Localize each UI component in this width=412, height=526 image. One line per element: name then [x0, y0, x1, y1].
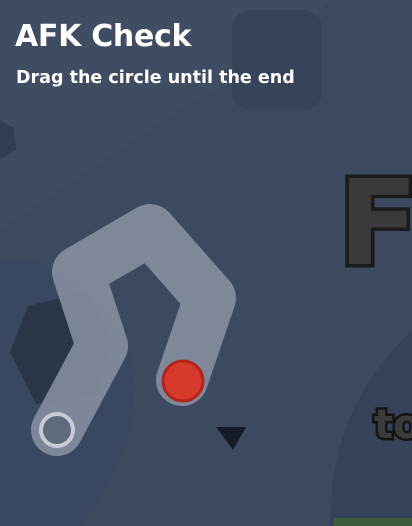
end-marker-icon: [39, 412, 75, 448]
afk-check-screen: Fl to AFK Check Drag the circle until th…: [0, 0, 412, 526]
modal-title: AFK Check: [15, 19, 192, 54]
triangle-pointer-icon: [216, 427, 246, 450]
drag-handle[interactable]: [161, 359, 205, 403]
drag-instruction: Drag the circle until the end: [16, 68, 295, 88]
